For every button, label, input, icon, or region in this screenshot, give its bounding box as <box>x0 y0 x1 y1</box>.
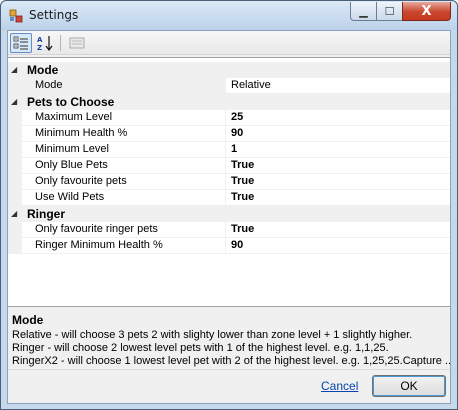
app-icon <box>9 9 23 23</box>
close-icon: X <box>421 3 432 19</box>
collapse-icon[interactable]: ◢ <box>11 209 17 218</box>
description-line: Relative - will choose 3 pets 2 with sli… <box>12 329 413 341</box>
toolbar-separator <box>60 35 61 51</box>
property-grid-toolbar: A Z <box>8 31 450 55</box>
collapse-icon[interactable]: ◢ <box>11 97 17 106</box>
property-row-only-favourite-pets[interactable]: Only favourite pets True <box>8 174 450 190</box>
maximize-button[interactable]: ☐ <box>376 2 403 21</box>
description-title: Mode <box>12 313 44 327</box>
minimize-icon: ▁ <box>359 4 368 18</box>
property-row-minimum-level[interactable]: Minimum Level 1 <box>8 142 450 158</box>
property-value[interactable]: 1 <box>226 142 450 158</box>
svg-text:Z: Z <box>37 44 42 51</box>
property-row-mode[interactable]: Mode Relative <box>8 78 450 94</box>
property-description-panel: Mode Relative - will choose 3 pets 2 wit… <box>8 311 450 369</box>
categorized-icon <box>13 36 28 50</box>
minimize-button[interactable]: ▁ <box>350 2 377 21</box>
property-value[interactable]: True <box>226 190 450 206</box>
property-row-ringer-minimum-health[interactable]: Ringer Minimum Health % 90 <box>8 238 450 254</box>
description-line: Ringer - will choose 2 lowest level pets… <box>12 342 389 354</box>
category-mode[interactable]: ◢ Mode <box>8 62 450 78</box>
property-name[interactable]: Mode <box>22 78 226 94</box>
categorized-button[interactable] <box>10 33 32 53</box>
dialog-footer: Cancel OK <box>8 369 450 403</box>
property-name[interactable]: Only Blue Pets <box>22 158 226 174</box>
property-value[interactable]: True <box>226 222 450 238</box>
window-title: Settings <box>29 8 79 22</box>
sort-az-icon: A Z <box>37 36 53 51</box>
property-name[interactable]: Minimum Health % <box>22 126 226 142</box>
property-name[interactable]: Only favourite pets <box>22 174 226 190</box>
property-row-only-favourite-ringer-pets[interactable]: Only favourite ringer pets True <box>8 222 450 238</box>
property-name[interactable]: Maximum Level <box>22 110 226 126</box>
cancel-link[interactable]: Cancel <box>321 379 358 393</box>
property-pages-icon <box>69 37 85 49</box>
property-row-only-blue-pets[interactable]: Only Blue Pets True <box>8 158 450 174</box>
property-name[interactable]: Only favourite ringer pets <box>22 222 226 238</box>
property-value[interactable]: 90 <box>226 238 450 254</box>
property-name[interactable]: Minimum Level <box>22 142 226 158</box>
category-pets-to-choose[interactable]: ◢ Pets to Choose <box>8 94 450 110</box>
category-label: Ringer <box>27 207 66 221</box>
close-button[interactable]: X <box>402 2 451 21</box>
property-value[interactable]: True <box>226 158 450 174</box>
property-pages-button[interactable] <box>66 33 88 53</box>
title-bar[interactable]: Settings ▁ ☐ X <box>1 1 457 30</box>
property-name[interactable]: Ringer Minimum Health % <box>22 238 226 254</box>
svg-text:A: A <box>37 36 43 44</box>
property-name[interactable]: Use Wild Pets <box>22 190 226 206</box>
property-value[interactable]: 25 <box>226 110 450 126</box>
category-ringer[interactable]: ◢ Ringer <box>8 206 450 222</box>
description-line: RingerX2 - will choose 1 lowest level pe… <box>12 355 450 367</box>
maximize-icon: ☐ <box>384 4 395 18</box>
property-grid: ◢ Mode Mode Relative ◢ Pets to Choose Ma… <box>8 57 450 307</box>
settings-window: Settings ▁ ☐ X A Z ◢ Mode Mode Relative … <box>0 0 458 410</box>
property-row-use-wild-pets[interactable]: Use Wild Pets True <box>8 190 450 206</box>
alphabetical-button[interactable]: A Z <box>34 33 56 53</box>
property-value[interactable]: 90 <box>226 126 450 142</box>
collapse-icon[interactable]: ◢ <box>11 65 17 74</box>
property-value[interactable]: Relative <box>226 78 450 94</box>
ok-button[interactable]: OK <box>372 375 446 397</box>
category-label: Pets to Choose <box>27 95 115 109</box>
property-row-maximum-level[interactable]: Maximum Level 25 <box>8 110 450 126</box>
category-label: Mode <box>27 63 59 77</box>
property-row-minimum-health[interactable]: Minimum Health % 90 <box>8 126 450 142</box>
property-grid-panel: A Z ◢ Mode Mode Relative ◢ Pets to Choos… <box>7 30 451 404</box>
property-value[interactable]: True <box>226 174 450 190</box>
